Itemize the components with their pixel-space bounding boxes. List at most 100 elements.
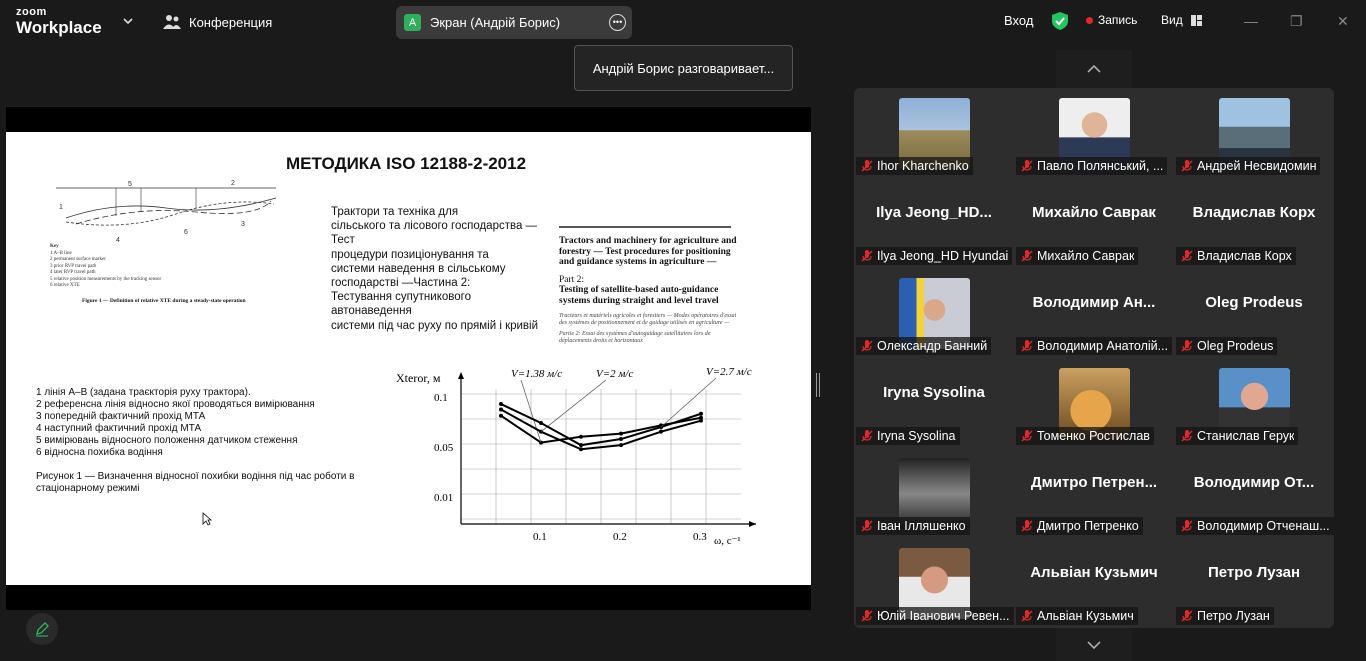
xte-chart: Xteror, м ω, с⁻¹ 0.1 0.05 0.01 0.1 0.2 0.3 V=1.3… (396, 366, 756, 547)
muted-mic-icon (1021, 340, 1033, 352)
muted-mic-icon (1181, 160, 1193, 172)
legend-item: 2 референсна лінія відносно якої проводя… (36, 399, 315, 410)
data-point (579, 443, 583, 448)
data-point (699, 418, 703, 423)
participant-tile[interactable]: Iryna Sysolina Iryna Sysolina (854, 358, 1014, 448)
participant-tile[interactable]: Станислав Герук (1174, 358, 1334, 448)
legend-item: 3 попередній фактичний прохід МТА (36, 411, 206, 422)
data-point (499, 402, 503, 407)
participant-tile[interactable]: Петро Лузан Петро Лузан (1174, 538, 1334, 628)
record-button[interactable]: Запись (1086, 13, 1137, 27)
more-options-icon[interactable]: ••• (609, 14, 626, 31)
participant-tile[interactable]: Михайло Саврак Михайло Саврак (1014, 178, 1174, 268)
participant-name-label: Владислав Корх (1176, 247, 1296, 265)
close-button[interactable]: ✕ (1337, 13, 1349, 30)
minimize-button[interactable]: — (1244, 13, 1258, 29)
grid-view-icon (1190, 14, 1202, 26)
data-point (579, 447, 583, 452)
key-line: 6 relative XTE (50, 283, 80, 288)
participant-name: Альвіан Кузьмич (1037, 609, 1134, 623)
participant-tile[interactable]: Іван Ілляшенко (854, 448, 1014, 538)
annotate-button[interactable] (26, 613, 58, 645)
svg-text:2: 2 (231, 180, 235, 187)
shield-check-icon[interactable] (1051, 11, 1069, 31)
chevron-down-icon[interactable] (121, 14, 135, 28)
participant-gallery: Ihor Kharchenko Павло Полянський, ... Андр… (854, 88, 1334, 628)
participant-name-label: Станислав Герук (1176, 427, 1299, 445)
data-point (499, 407, 503, 412)
gallery-scroll-down-button[interactable] (1056, 628, 1132, 661)
participant-name: Володимир Отченаш... (1197, 519, 1330, 533)
data-point (539, 420, 543, 425)
legend-list: 1 лінія А–В (задана траєкторія руху трак… (36, 387, 315, 459)
participant-display-name: Ilya Jeong_HD... (876, 204, 992, 221)
series-leader-line (540, 379, 607, 432)
maximize-button[interactable]: ❐ (1290, 13, 1303, 30)
data-point (579, 434, 583, 439)
series-label: V=2 м/с (596, 368, 633, 380)
muted-mic-icon (1021, 160, 1033, 172)
figure-key: Key 1 A–B line 2 permanent surface marke… (50, 244, 161, 290)
en-part-title: Testing of satellite-based auto-guidance… (559, 285, 719, 306)
series-label: V=1.38 м/с (511, 368, 562, 380)
muted-mic-icon (861, 610, 873, 622)
participant-name-label: Петро Лузан (1176, 607, 1274, 625)
participant-name: Томенко Ростислав (1037, 429, 1150, 443)
top-bar: zoom Workplace Конференция A Экран (Андр… (0, 0, 1366, 44)
participant-tile[interactable]: Ihor Kharchenko (854, 88, 1014, 178)
login-button[interactable]: Вход (1004, 13, 1033, 28)
participant-tile[interactable]: Андрей Несвидомин (1174, 88, 1334, 178)
participant-name: Iryna Sysolina (877, 429, 956, 443)
participant-name: Ihor Kharchenko (877, 159, 969, 173)
participant-tile[interactable]: Альвіан Кузьмич Альвіан Кузьмич (1014, 538, 1174, 628)
share-label: Экран (Андрій Борис) (430, 15, 561, 30)
muted-mic-icon (1181, 610, 1193, 622)
participant-tile[interactable]: Дмитро Петрен... Дмитро Петренко (1014, 448, 1174, 538)
x-tick-label: 0.3 (693, 531, 707, 543)
participant-tile[interactable]: Олександр Банний (854, 268, 1014, 358)
participant-display-name: Володимир От... (1193, 474, 1315, 491)
participant-tile[interactable]: Oleg Prodeus Oleg Prodeus (1174, 268, 1334, 358)
split-divider-handle[interactable] (816, 373, 820, 397)
participant-tile[interactable]: Юлій Іванович Ревен... (854, 538, 1014, 628)
muted-mic-icon (861, 430, 873, 442)
participant-tile[interactable]: Володимир От... Володимир Отченаш... (1174, 448, 1334, 538)
participant-display-name: Oleg Prodeus (1205, 294, 1303, 311)
legend-item: 4 наступний фактичний прохід МТА (36, 423, 202, 434)
zoom-logo: zoom Workplace (16, 7, 102, 37)
participant-name-label: Володимир Анатолій... (1016, 337, 1173, 355)
participant-name-label: Юлій Іванович Ревен... (856, 607, 1014, 625)
participant-display-name: Владислав Корх (1192, 204, 1316, 221)
participant-tile[interactable]: Володимир Ан... Володимир Анатолій... (1014, 268, 1174, 358)
gallery-scroll-up-button[interactable] (1056, 50, 1132, 88)
participant-name: Олександр Банний (877, 339, 988, 353)
participant-name-label: Володимир Отченаш... (1176, 517, 1334, 535)
participant-name: Володимир Анатолій... (1037, 339, 1169, 353)
participant-name: Ilya Jeong_HD Hyundai (877, 249, 1009, 263)
participant-name: Станислав Герук (1197, 429, 1295, 443)
muted-mic-icon (1021, 250, 1033, 262)
figure1-caption: Рисунок 1 — Визначення відносної похибки… (36, 471, 355, 494)
participant-tile[interactable]: Ilya Jeong_HD... Ilya Jeong_HD Hyundai (854, 178, 1014, 268)
data-point (619, 431, 623, 436)
chevron-up-icon (1087, 64, 1101, 73)
view-button[interactable]: Вид (1161, 13, 1202, 27)
view-label: Вид (1161, 13, 1183, 27)
participant-tile[interactable]: Владислав Корх Владислав Корх (1174, 178, 1334, 268)
y-tick-label: 0.01 (434, 492, 453, 504)
x-tick-label: 0.1 (533, 531, 547, 543)
participant-tile[interactable]: Томенко Ростислав (1014, 358, 1174, 448)
muted-mic-icon (861, 160, 873, 172)
meeting-info-button[interactable]: Конференция (163, 12, 272, 32)
mouse-cursor-icon (202, 512, 212, 526)
cover-rule (559, 226, 731, 228)
participant-tile[interactable]: Павло Полянський, ... (1014, 88, 1174, 178)
participant-name: Дмитро Петренко (1037, 519, 1139, 533)
participant-name-label: Дмитро Петренко (1016, 517, 1143, 535)
svg-text:3: 3 (241, 221, 245, 228)
participant-name-label: Альвіан Кузьмич (1016, 607, 1138, 625)
chevron-down-icon (1087, 640, 1101, 649)
participant-display-name: Михайло Саврак (1032, 204, 1156, 221)
participant-name-label: Томенко Ростислав (1016, 427, 1154, 445)
screen-share-pill[interactable]: A Экран (Андрій Борис) ••• (396, 6, 632, 39)
